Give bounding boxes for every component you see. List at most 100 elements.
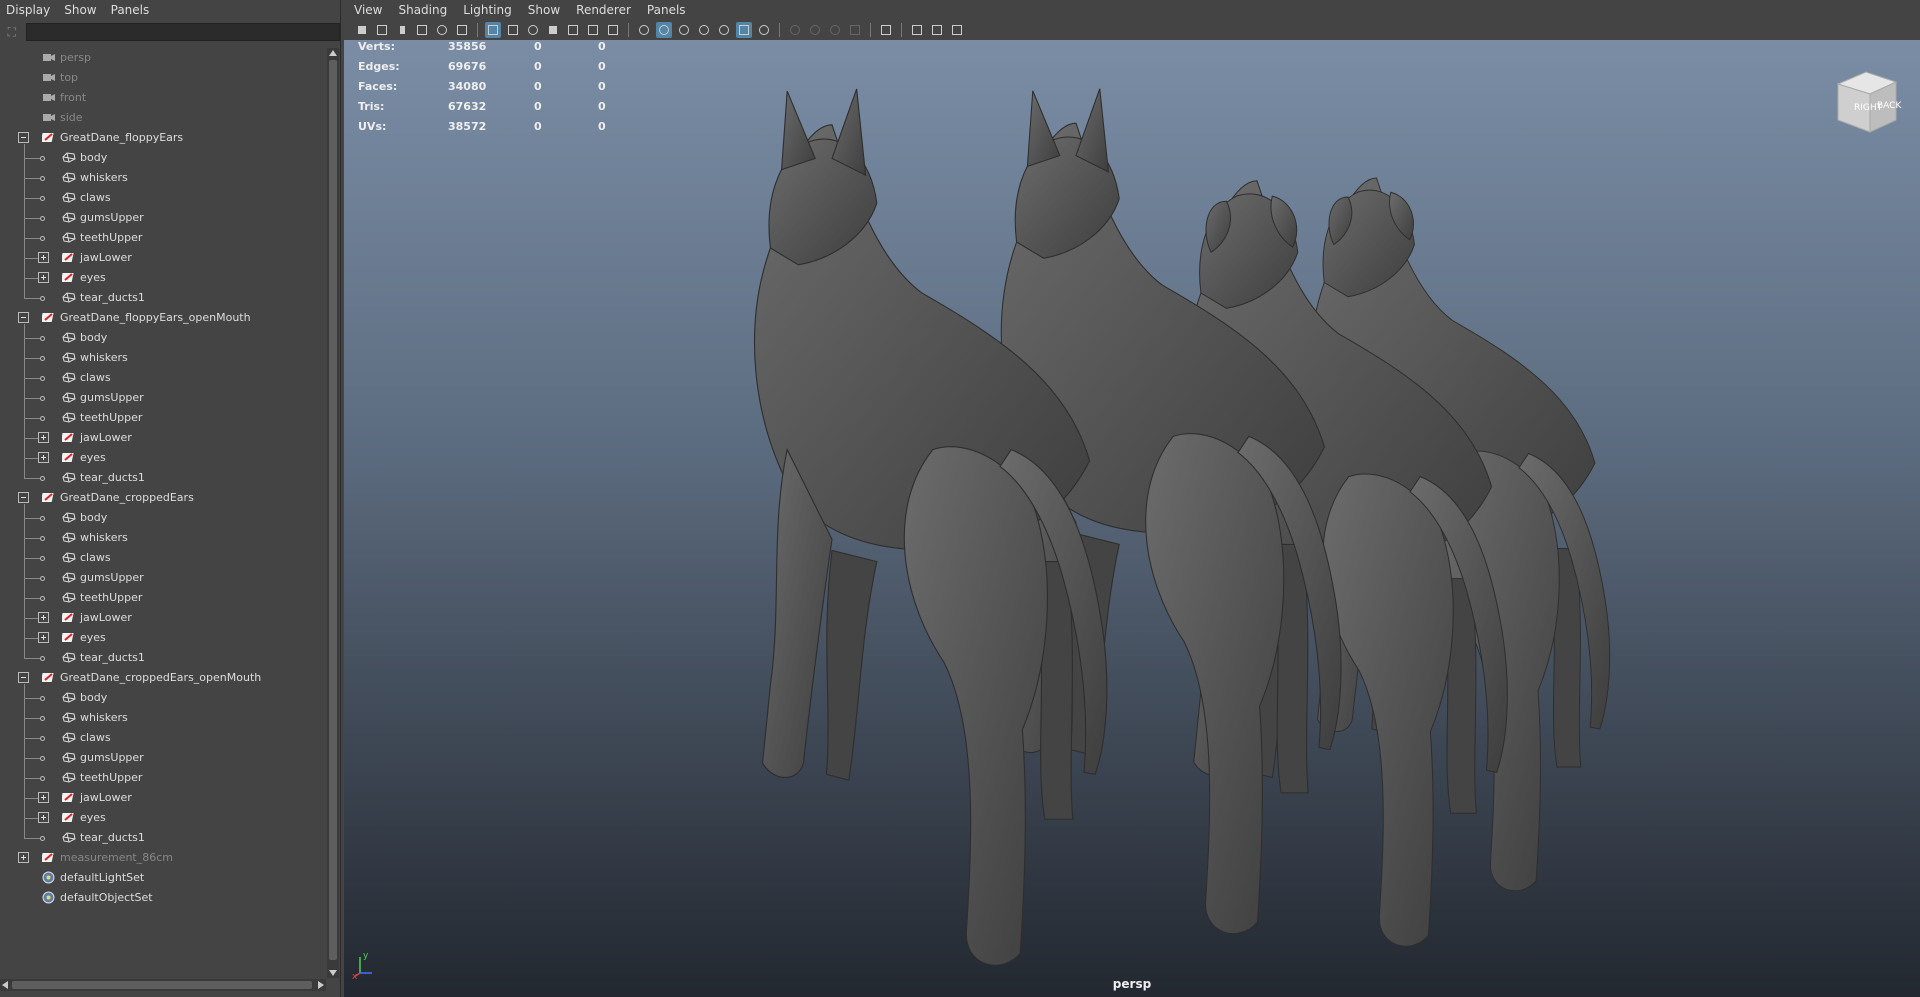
outliner-child-body[interactable]: body [0, 688, 326, 708]
viewcube-back-face[interactable]: BACK [1877, 101, 1902, 111]
outliner-child-claws[interactable]: claws [0, 188, 326, 208]
film-gate-icon[interactable] [505, 22, 521, 38]
wireframe-icon[interactable] [636, 22, 652, 38]
outliner-child-whiskers[interactable]: whiskers [0, 348, 326, 368]
collapse-minus-icon[interactable] [18, 672, 29, 683]
menu-lighting[interactable]: Lighting [463, 3, 512, 17]
outliner-group[interactable]: GreatDane_croppedEars_openMouth [0, 668, 326, 688]
scroll-right-arrow-icon[interactable] [318, 981, 324, 989]
outliner-child-jawLower[interactable]: jawLower [0, 608, 326, 628]
single-view-icon[interactable] [909, 22, 925, 38]
expand-plus-icon[interactable] [38, 792, 49, 803]
two-view-icon[interactable] [929, 22, 945, 38]
expand-plus-icon[interactable] [38, 452, 49, 463]
outliner-child-gumsUpper[interactable]: gumsUpper [0, 748, 326, 768]
expand-plus-icon[interactable] [18, 852, 29, 863]
field-chart-icon[interactable] [565, 22, 581, 38]
outliner-child-tear_ducts1[interactable]: tear_ducts1 [0, 648, 326, 668]
textured-icon[interactable] [736, 22, 752, 38]
great-dane-models[interactable] [344, 40, 1920, 997]
collapse-minus-icon[interactable] [18, 132, 29, 143]
outliner-child-eyes[interactable]: eyes [0, 268, 326, 288]
outliner-child-gumsUpper[interactable]: gumsUpper [0, 388, 326, 408]
outliner-child-body[interactable]: body [0, 508, 326, 528]
outliner-default-object-set[interactable]: defaultObjectSet [0, 888, 326, 908]
wireframe-on-shaded-icon[interactable] [676, 22, 692, 38]
expand-plus-icon[interactable] [38, 272, 49, 283]
menu-view[interactable]: View [354, 3, 382, 17]
safe-action-icon[interactable] [585, 22, 601, 38]
outliner-group[interactable]: GreatDane_floppyEars_openMouth [0, 308, 326, 328]
camera-select-icon[interactable] [354, 22, 370, 38]
outliner-child-tear_ducts1[interactable]: tear_ducts1 [0, 828, 326, 848]
outliner-measurement[interactable]: measurement_86cm [0, 848, 326, 868]
lights-icon[interactable] [716, 22, 732, 38]
menu-display[interactable]: Display [6, 3, 50, 17]
outliner-default-light-set[interactable]: defaultLightSet [0, 868, 326, 888]
grease-pencil-icon[interactable] [454, 22, 470, 38]
outliner-child-gumsUpper[interactable]: gumsUpper [0, 568, 326, 588]
heads-up-display-icon[interactable] [949, 22, 965, 38]
outliner-child-claws[interactable]: claws [0, 728, 326, 748]
expand-plus-icon[interactable] [38, 252, 49, 263]
outliner-child-jawLower[interactable]: jawLower [0, 788, 326, 808]
resolution-gate-icon[interactable] [525, 22, 541, 38]
isolate-select-icon[interactable] [878, 22, 894, 38]
outliner-child-jawLower[interactable]: jawLower [0, 248, 326, 268]
camera-attributes-icon[interactable] [374, 22, 390, 38]
outliner-child-tear_ducts1[interactable]: tear_ducts1 [0, 288, 326, 308]
menu-show[interactable]: Show [528, 3, 560, 17]
grid-toggle-icon[interactable] [485, 22, 501, 38]
shadows-icon[interactable] [756, 22, 772, 38]
outliner-group[interactable]: GreatDane_floppyEars [0, 128, 326, 148]
collapse-minus-icon[interactable] [18, 312, 29, 323]
menu-panels[interactable]: Panels [647, 3, 686, 17]
xray-icon[interactable] [696, 22, 712, 38]
outliner-child-teethUpper[interactable]: teethUpper [0, 228, 326, 248]
outliner-camera-front[interactable]: front [0, 88, 326, 108]
safe-title-icon[interactable] [605, 22, 621, 38]
viewcube[interactable]: RIGHT BACK [1830, 64, 1904, 138]
gate-mask-icon[interactable] [545, 22, 561, 38]
outliner-child-teethUpper[interactable]: teethUpper [0, 768, 326, 788]
outliner-child-whiskers[interactable]: whiskers [0, 168, 326, 188]
smooth-shade-icon[interactable] [656, 22, 672, 38]
outliner-child-eyes[interactable]: eyes [0, 808, 326, 828]
bookmark-icon[interactable] [394, 22, 410, 38]
outliner-search-input[interactable] [25, 23, 340, 41]
2d-pan-zoom-icon[interactable] [434, 22, 450, 38]
scroll-left-arrow-icon[interactable] [2, 981, 8, 989]
outliner-child-body[interactable]: body [0, 328, 326, 348]
outliner-horizontal-scrollbar[interactable] [0, 979, 326, 991]
menu-renderer[interactable]: Renderer [576, 3, 631, 17]
scroll-up-arrow-icon[interactable] [329, 50, 337, 56]
outliner-camera-top[interactable]: top [0, 68, 326, 88]
outliner-child-whiskers[interactable]: whiskers [0, 528, 326, 548]
anti-aliasing-icon[interactable] [827, 22, 843, 38]
scroll-down-arrow-icon[interactable] [329, 970, 337, 976]
viewport-3d[interactable]: Verts: 35856 0 0 Edges: 69676 0 0 Faces: 34080 0 0 T… [344, 40, 1920, 997]
collapse-minus-icon[interactable] [18, 492, 29, 503]
outliner-child-jawLower[interactable]: jawLower [0, 428, 326, 448]
menu-shading[interactable]: Shading [398, 3, 447, 17]
expand-plus-icon[interactable] [38, 612, 49, 623]
outliner-child-teethUpper[interactable]: teethUpper [0, 588, 326, 608]
scroll-thumb[interactable] [329, 60, 337, 960]
image-plane-icon[interactable] [414, 22, 430, 38]
outliner-camera-side[interactable]: side [0, 108, 326, 128]
depth-of-field-icon[interactable] [847, 22, 863, 38]
motion-blur-icon[interactable] [807, 22, 823, 38]
menu-panels[interactable]: Panels [111, 3, 150, 17]
outliner-camera-persp[interactable]: persp [0, 48, 326, 68]
outliner-group[interactable]: GreatDane_croppedEars [0, 488, 326, 508]
outliner-child-claws[interactable]: claws [0, 368, 326, 388]
scroll-thumb-horizontal[interactable] [12, 981, 312, 989]
expand-plus-icon[interactable] [38, 432, 49, 443]
expand-plus-icon[interactable] [38, 812, 49, 823]
outliner-child-tear_ducts1[interactable]: tear_ducts1 [0, 468, 326, 488]
filter-icon[interactable]: ⛶ [4, 24, 20, 40]
outliner-child-body[interactable]: body [0, 148, 326, 168]
outliner-child-eyes[interactable]: eyes [0, 628, 326, 648]
outliner-child-whiskers[interactable]: whiskers [0, 708, 326, 728]
menu-show[interactable]: Show [64, 3, 96, 17]
